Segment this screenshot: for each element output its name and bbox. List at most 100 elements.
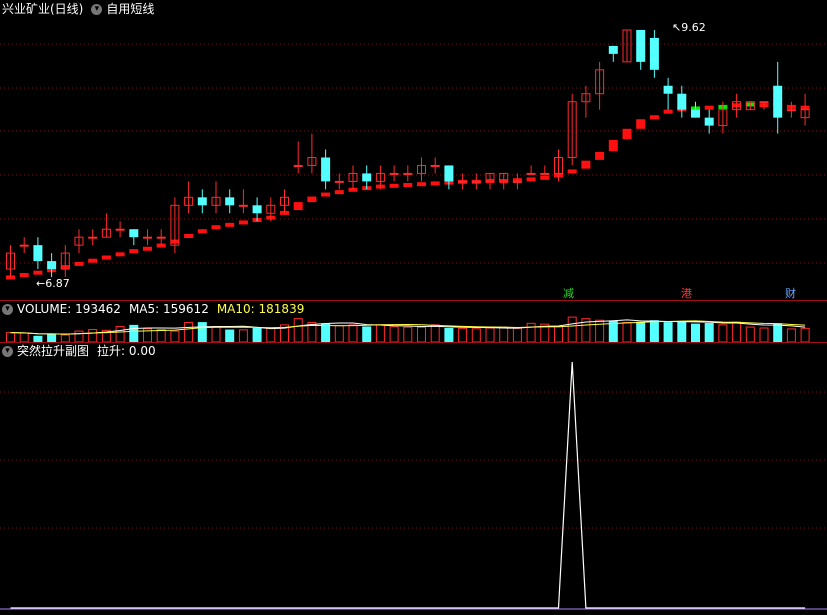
signal-bar: [622, 128, 632, 140]
signal-bar: [649, 115, 659, 120]
volume-bar: [649, 320, 659, 342]
candle-body: [156, 236, 166, 239]
signal-bar: [101, 255, 111, 260]
signal-bar: [293, 202, 303, 211]
candle-body: [389, 172, 399, 175]
volume-bar: [444, 328, 454, 342]
candle-body: [786, 109, 796, 112]
volume-bar: [88, 329, 98, 342]
candle-body: [444, 165, 454, 182]
volume-bar: [115, 325, 125, 342]
marker-cai: 财: [785, 287, 796, 300]
price-chart-panel[interactable]: 兴业矿业(日线) ▾ 自用短线 ↖9.62 ←6.87 减 港 财: [0, 0, 827, 300]
signal-bar: [115, 252, 125, 257]
volume-bar: [238, 329, 248, 342]
candle-body: [321, 157, 331, 182]
volume-label: VOLUME:: [17, 302, 72, 316]
candle-body: [115, 228, 125, 231]
indicator-panel[interactable]: ▾ 突然拉升副图 拉升: 0.00: [0, 342, 827, 615]
volume-bar: [458, 327, 468, 342]
volume-bar: [485, 327, 495, 342]
signal-bar: [608, 139, 618, 152]
volume-bar: [129, 324, 139, 342]
candle-body: [47, 261, 57, 270]
volume-bar: [554, 326, 563, 342]
marker-jian: 减: [563, 287, 574, 300]
indicator-title: 突然拉升副图: [17, 344, 90, 358]
volume-header: ▾ VOLUME: 193462 MA5: 159612 MA10: 18183…: [2, 301, 304, 317]
volume-bar: [471, 328, 481, 342]
candle-body: [129, 229, 139, 238]
indicator-label: 拉升:: [97, 344, 126, 358]
candle-body: [636, 29, 646, 62]
volume-bar: [800, 327, 810, 342]
candle-body: [19, 244, 29, 247]
volume-bar: [704, 323, 714, 342]
signal-bar: [129, 249, 139, 254]
volume-bar: [732, 321, 742, 342]
ma5-label: MA5:: [128, 302, 160, 316]
volume-bar: [293, 318, 303, 342]
candle-body: [608, 45, 618, 54]
volume-bar: [691, 323, 700, 342]
volume-value: 193462: [75, 302, 121, 316]
candle-body: [677, 93, 687, 110]
volume-bar: [786, 328, 796, 342]
candle-body: [225, 197, 235, 206]
volume-bar: [170, 330, 180, 342]
signal-bar: [334, 190, 344, 195]
signal-bar: [184, 233, 194, 238]
low-price-label: ←6.87: [36, 277, 70, 290]
signal-bar: [581, 160, 591, 169]
signal-bar: [595, 151, 605, 160]
volume-panel[interactable]: ▾ VOLUME: 193462 MA5: 159612 MA10: 18183…: [0, 300, 827, 342]
candle-body: [691, 109, 700, 118]
candle-body: [663, 85, 673, 94]
candle-body: [33, 245, 43, 262]
signal-bar: [636, 119, 646, 129]
volume-bar: [663, 322, 673, 342]
volume-bar: [389, 326, 399, 342]
indicator-chart-svg: [0, 361, 827, 610]
candle-body: [526, 172, 536, 175]
volume-toggle-icon[interactable]: ▾: [2, 303, 13, 315]
candle-body: [334, 180, 344, 183]
volume-bar: [567, 316, 577, 342]
volume-bar: [718, 324, 728, 342]
candle-body: [362, 173, 372, 182]
volume-bar: [74, 330, 84, 342]
candle-body: [197, 197, 207, 206]
volume-bar: [417, 326, 426, 342]
volume-bar: [362, 326, 372, 342]
price-chart-svg: [0, 29, 827, 280]
signal-bar: [211, 225, 221, 230]
signal-bar: [417, 182, 426, 187]
ma10-value: 181839: [258, 302, 305, 316]
volume-bar: [636, 321, 646, 342]
volume-bar: [595, 319, 605, 342]
volume-bar: [334, 325, 344, 342]
indicator-value: 0.00: [128, 344, 156, 358]
volume-bar: [430, 324, 440, 342]
volume-bar: [211, 326, 221, 342]
signal-bar: [143, 246, 152, 251]
indicator-toggle-icon[interactable]: ▾: [2, 345, 13, 357]
candle-body: [88, 236, 98, 239]
volume-bar: [745, 326, 755, 342]
signal-bar: [225, 222, 235, 227]
signal-bar: [389, 183, 399, 188]
signal-bar: [321, 192, 331, 197]
volume-bar: [47, 333, 57, 342]
signal-bar: [526, 177, 536, 182]
candle-body: [649, 37, 659, 70]
signal-bar: [704, 105, 714, 110]
candle-body: [238, 204, 248, 207]
candle-body: [471, 180, 481, 183]
volume-bar: [266, 327, 276, 342]
volume-bar: [321, 323, 331, 342]
signal-bar: [74, 261, 84, 266]
candle-body: [773, 85, 783, 118]
volume-bar: [6, 332, 15, 342]
indicator-header: ▾ 突然拉升副图 拉升: 0.00: [2, 343, 156, 359]
ma5-value: 159612: [163, 302, 209, 316]
